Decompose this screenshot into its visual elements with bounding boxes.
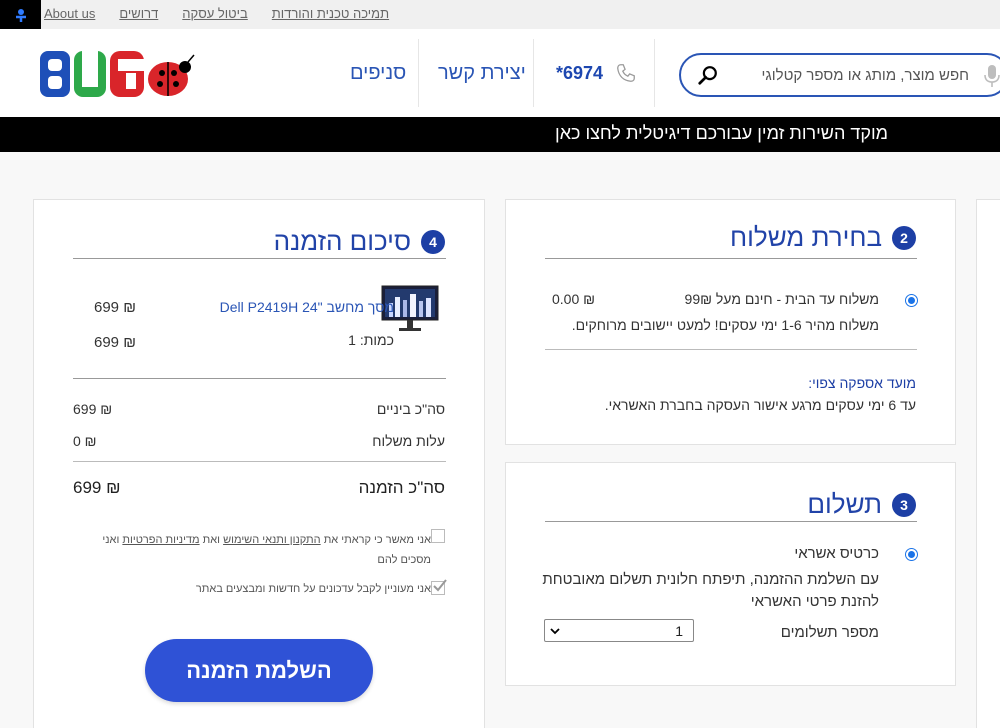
terms-agree: מסכים להם (377, 554, 431, 566)
jobs-link[interactable]: דרושים (119, 6, 158, 21)
top-links-bar: About us דרושים ביטול עסקה תמיכה טכנית ו… (0, 0, 1000, 40)
total-value: 699 ₪ (73, 478, 121, 497)
subtotal-value: 699 ₪ (73, 401, 113, 417)
terms-link[interactable]: התקנון ותנאי השימוש (223, 534, 321, 546)
home-delivery-description: משלוח מהיר 1-6 ימי עסקים! למעט יישובים מ… (571, 317, 879, 333)
shipping-cost-value: 0 ₪ (73, 433, 97, 449)
phone-icon (617, 64, 635, 82)
delivery-time-title: מועד אספקה צפוי: (808, 375, 916, 391)
product-name-link[interactable]: מסך מחשב "24 Dell P2419H (164, 299, 394, 315)
terms-suffix: ואני (102, 534, 120, 546)
terms-text: אני מאשר כי קראתי את התקנון ותנאי השימוש… (71, 530, 431, 570)
summary-title: 4 סיכום הזמנה (274, 226, 445, 257)
home-delivery-price: 0.00 ₪ (552, 291, 596, 307)
home-delivery-label: משלוח עד הבית - חינם מעל 99₪ (684, 291, 879, 307)
product-price: 699 ₪ (94, 299, 136, 316)
bug-logo[interactable] (38, 43, 198, 103)
checkmark-icon (433, 579, 447, 592)
chevron-down-icon (550, 628, 560, 635)
search-icon[interactable] (697, 64, 719, 86)
payment-heading: תשלום (807, 489, 882, 519)
payment-card: 3 תשלום כרטיס אשראי עם השלמת ההזמנה, תיפ… (505, 462, 956, 686)
microphone-icon[interactable] (984, 64, 1000, 88)
product-quantity: כמות: 1 (348, 332, 394, 348)
terms-prefix: אני מאשר כי קראתי את (323, 534, 431, 546)
shipping-cost-label: עלות משלוח (372, 433, 445, 449)
home-delivery-radio[interactable] (905, 294, 918, 307)
newsletter-checkbox[interactable] (431, 579, 447, 595)
installments-label: מספר תשלומים (780, 624, 879, 641)
credit-card-label: כרטיס אשראי (794, 545, 879, 562)
service-banner[interactable]: מוקד השירות זמין עבורכם דיגיטלית לחצו כא… (0, 117, 1000, 152)
site-header: סניפים יצירת קשר *6974 (0, 29, 1000, 117)
cancel-deal-link[interactable]: ביטול עסקה (182, 6, 248, 21)
step-badge: 2 (892, 225, 916, 250)
terms-checkbox[interactable] (431, 529, 445, 543)
step-badge: 3 (892, 492, 916, 517)
shipping-title: 2 בחירת משלוח (730, 222, 916, 253)
installments-value: 1 (675, 623, 683, 639)
support-link[interactable]: תמיכה טכנית והורדות (272, 6, 389, 21)
phone-number: *6974 (556, 62, 604, 83)
terms-and: ואת (202, 534, 221, 546)
privacy-policy-link[interactable]: מדיניות הפרטיות (122, 534, 199, 546)
search-input[interactable] (725, 63, 969, 87)
shipping-heading: בחירת משלוח (730, 222, 882, 252)
search-box (679, 53, 1000, 97)
credit-card-radio[interactable] (905, 548, 918, 561)
step-badge: 4 (421, 229, 445, 254)
installments-select[interactable]: 1 (544, 619, 694, 642)
side-card (976, 199, 1000, 728)
service-banner-text: מוקד השירות זמין עבורכם דיגיטלית לחצו כא… (555, 123, 888, 143)
complete-order-button[interactable]: השלמת הזמנה (145, 639, 373, 702)
summary-heading: סיכום הזמנה (273, 226, 411, 256)
phone-link[interactable]: *6974 (556, 29, 637, 117)
contact-link[interactable]: יצירת קשר (438, 29, 526, 117)
delivery-time-text: עד 6 ימי עסקים מרגע אישור העסקה בחברת הא… (604, 397, 916, 413)
newsletter-label: אני מעוניין לקבל עדכונים על חדשות ומבצעי… (195, 583, 431, 595)
payment-note-line1: עם השלמת ההזמנה, תיפתח חלונית תשלום מאוב… (542, 571, 879, 588)
payment-title: 3 תשלום (807, 489, 916, 520)
stores-link[interactable]: סניפים (350, 29, 406, 117)
payment-note-line2: להזנת פרטי האשראי (750, 593, 879, 610)
product-line-total: 699 ₪ (94, 334, 136, 351)
shipping-card: 2 בחירת משלוח משלוח עד הבית - חינם מעל 9… (505, 199, 956, 445)
about-us-link[interactable]: About us (44, 6, 95, 21)
total-label: סה"כ הזמנה (358, 478, 445, 497)
subtotal-label: סה"כ ביניים (376, 401, 445, 417)
